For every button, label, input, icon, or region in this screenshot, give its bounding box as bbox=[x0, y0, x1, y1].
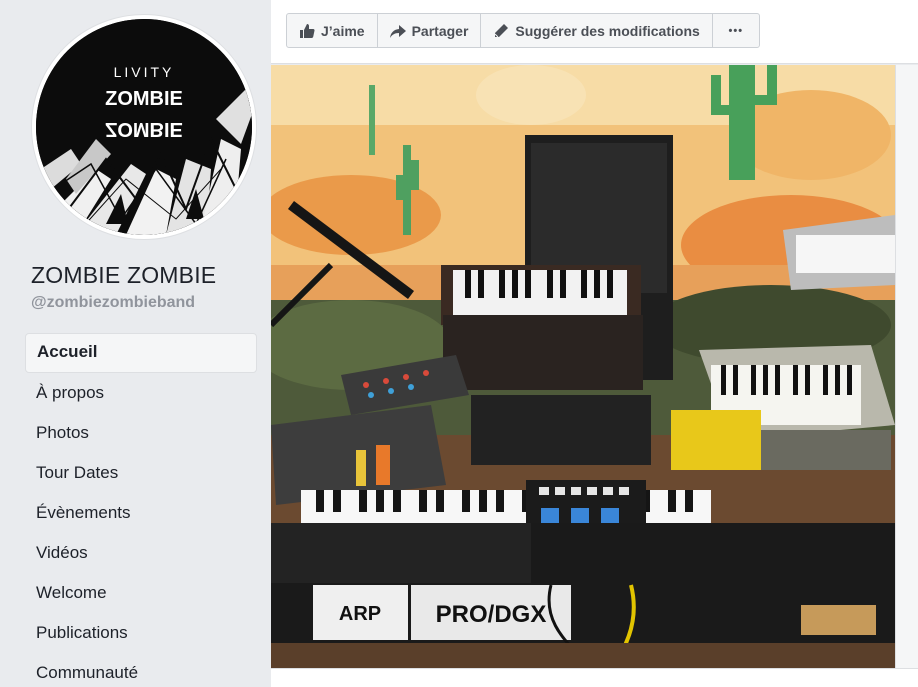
suggest-edits-button[interactable]: Suggérer des modifications bbox=[481, 14, 713, 47]
thumbs-up-icon bbox=[299, 23, 315, 39]
like-label: J’aime bbox=[321, 22, 365, 39]
profile-top-text: LIVITY bbox=[114, 64, 175, 80]
nav-item-a-propos[interactable]: À propos bbox=[25, 373, 257, 413]
page-handle[interactable]: @zombiezombieband bbox=[31, 294, 195, 312]
nav-item-videos[interactable]: Vidéos bbox=[25, 533, 257, 573]
nav-item-photos[interactable]: Photos bbox=[25, 413, 257, 453]
page-actions: J’aime Partager Suggérer des modificatio… bbox=[286, 13, 760, 48]
nav-item-accueil[interactable]: Accueil bbox=[25, 333, 257, 373]
pencil-icon bbox=[493, 23, 509, 39]
like-button[interactable]: J’aime bbox=[287, 14, 378, 47]
more-button[interactable]: ••• bbox=[713, 14, 759, 47]
profile-logo-text: ZOMBIE bbox=[105, 88, 183, 110]
share-label: Partager bbox=[411, 22, 469, 39]
left-column: LIVITY ZOMBIE ZOMBIE ZOMBIE ZOMBIE @zomb… bbox=[0, 0, 271, 687]
share-button[interactable]: Partager bbox=[378, 14, 482, 47]
arp-logo-text: ARP bbox=[339, 603, 381, 625]
share-arrow-icon bbox=[389, 23, 406, 39]
model-text: PRO/DGX bbox=[436, 601, 547, 628]
more-icon: ••• bbox=[728, 24, 744, 37]
nav-item-welcome[interactable]: Welcome bbox=[25, 573, 257, 613]
nav-item-tour-dates[interactable]: Tour Dates bbox=[25, 453, 257, 493]
profile-logo-text-mirrored: ZOMBIE bbox=[105, 118, 183, 140]
page-nav: Accueil À propos Photos Tour Dates Évène… bbox=[25, 333, 257, 687]
cover-photo[interactable]: ARP PRO/DGX bbox=[271, 65, 895, 668]
suggest-edits-label: Suggérer des modifications bbox=[515, 22, 700, 39]
page-title: ZOMBIE ZOMBIE bbox=[31, 262, 217, 288]
nav-item-communaute[interactable]: Communauté bbox=[25, 653, 257, 687]
nav-item-publications[interactable]: Publications bbox=[25, 613, 257, 653]
right-edge-panel bbox=[895, 65, 918, 668]
bottom-panel bbox=[271, 668, 918, 687]
profile-picture[interactable]: LIVITY ZOMBIE ZOMBIE bbox=[36, 19, 252, 235]
nav-item-evenements[interactable]: Évènements bbox=[25, 493, 257, 533]
